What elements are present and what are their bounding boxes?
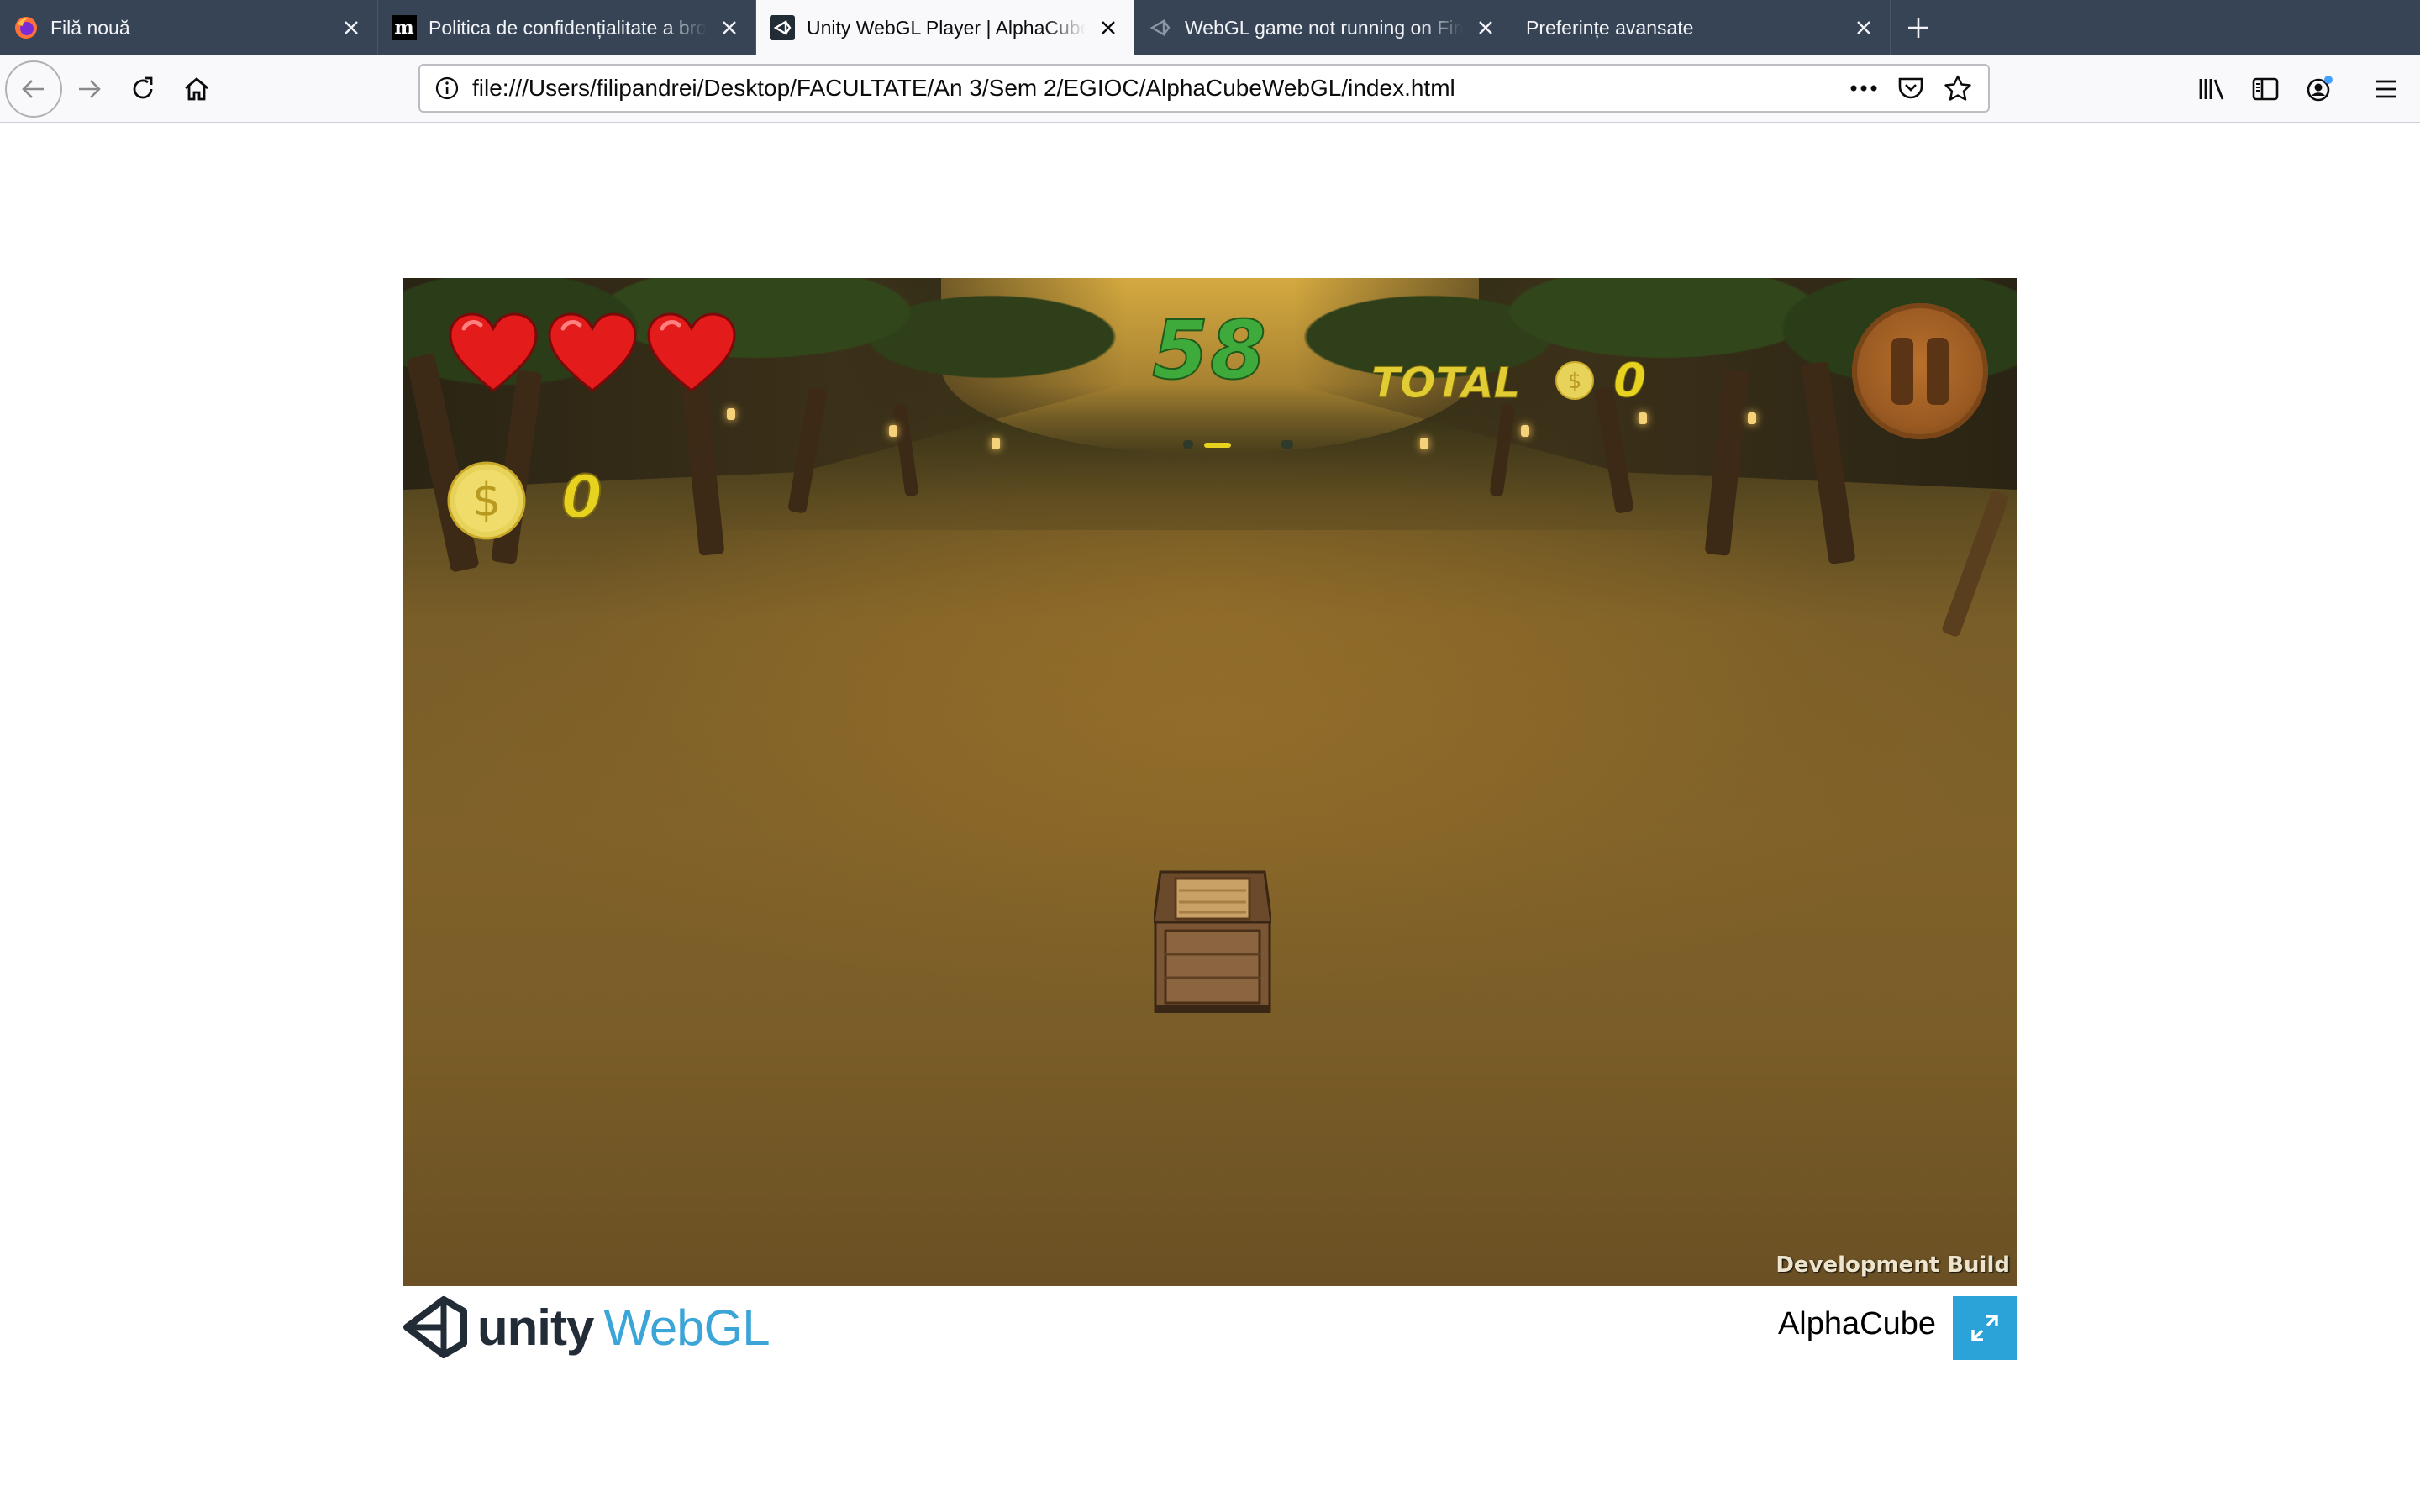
tab-new-tab[interactable]: Filă nouă [0,0,378,55]
address-bar[interactable]: file:///Users/filipandrei/Desktop/FACULT… [418,64,1990,113]
info-icon[interactable] [424,65,471,112]
tab-title: Preferințe avansate [1526,16,1694,39]
player-crate [1154,870,1271,1013]
pocket-button[interactable] [1887,66,1934,111]
back-arrow-icon [22,80,44,98]
heart-icon [548,312,637,392]
reload-icon [133,76,153,99]
tab-privacy-policy[interactable]: m Politica de confidențialitate a browse… [378,0,756,55]
forward-arrow-icon [79,80,101,98]
bookmark-button[interactable] [1934,66,1981,111]
tab-title: Politica de confidențialitate a browseru… [429,16,707,39]
total-coins-value: 0 [1613,354,1647,409]
firefox-icon [13,15,39,40]
navigation-toolbar: file:///Users/filipandrei/Desktop/FACULT… [0,55,2420,123]
hamburger-menu-icon [2376,80,2396,98]
lantern [889,425,897,437]
lantern [1420,438,1428,449]
star-icon [1944,75,1971,101]
sidebar-icon [2252,77,2279,101]
pause-icon [1891,338,1913,405]
unity-icon [770,15,795,40]
lantern [1748,412,1756,424]
close-tab-icon[interactable] [1473,15,1498,40]
pocket-icon [1898,77,1923,99]
tab-strip: Filă nouă m Politica de confidențialitat… [0,0,2420,55]
unity-wordmark: unity [477,1299,594,1356]
close-tab-icon[interactable] [1851,15,1876,40]
svg-text:m: m [394,17,413,39]
svg-text:$: $ [1568,369,1582,394]
new-tab-button[interactable] [1891,0,1946,55]
coin-icon: $ [1555,361,1594,400]
coin-counter: 0 [560,462,603,533]
menu-button[interactable] [2360,64,2413,114]
total-label: TOTAL [1370,359,1521,408]
lantern [1639,412,1647,424]
forward-button[interactable] [64,64,114,114]
unity-icon [1148,15,1173,40]
sidebar-button[interactable] [2238,64,2292,114]
lantern [992,438,1000,449]
game-title: AlphaCube [1777,1306,1936,1341]
coin-icon: $ [447,461,526,540]
close-tab-icon[interactable] [717,15,742,40]
webgl-wordmark: WebGL [603,1299,770,1356]
distant-obstacle [1183,440,1193,449]
close-tab-icon[interactable] [1096,15,1121,40]
plus-icon [1908,18,1928,38]
fullscreen-button[interactable] [1953,1296,2017,1360]
account-icon [2307,76,2333,102]
url-text[interactable]: file:///Users/filipandrei/Desktop/FACULT… [472,75,1455,102]
unity-logo-icon [403,1296,467,1358]
fullscreen-icon [1971,1315,1998,1341]
heart-icon [449,312,538,392]
reload-button[interactable] [118,64,168,114]
game-canvas[interactable]: $ 0 58 TOTAL $ 0 Development Build [403,278,2017,1286]
unity-webgl-logo: unity WebGL [403,1293,771,1362]
lives-display [447,312,738,396]
home-button[interactable] [171,64,222,114]
pause-icon [1927,338,1949,405]
more-dots-icon [1850,85,1877,92]
lantern [1521,425,1529,437]
account-button[interactable] [2292,64,2346,114]
tab-advanced-preferences[interactable]: Preferințe avansate [1512,0,1891,55]
pause-button[interactable] [1852,303,1988,439]
close-tab-icon[interactable] [339,15,364,40]
library-button[interactable] [2185,64,2238,114]
tab-title: Filă nouă [50,16,130,39]
distant-obstacle [1281,440,1293,449]
page-actions-button[interactable] [1840,66,1887,111]
lantern [727,408,735,420]
svg-text:$: $ [472,474,501,527]
m-logo-icon: m [392,15,417,40]
development-build-label: Development Build [1776,1252,2010,1278]
unity-footer: unity WebGL AlphaCube [403,1286,2017,1370]
home-icon [185,77,208,101]
tab-title: Unity WebGL Player | AlphaCube [807,16,1086,39]
back-button[interactable] [5,60,62,118]
library-icon [2199,79,2224,100]
tab-unity-player[interactable]: Unity WebGL Player | AlphaCube [756,0,1134,55]
tab-title: WebGL game not running on Firefox [1185,16,1463,39]
distant-coin [1204,443,1231,448]
tab-webgl-forum[interactable]: WebGL game not running on Firefox [1134,0,1512,55]
score-display: 58 [1151,302,1268,398]
heart-icon [647,312,736,392]
